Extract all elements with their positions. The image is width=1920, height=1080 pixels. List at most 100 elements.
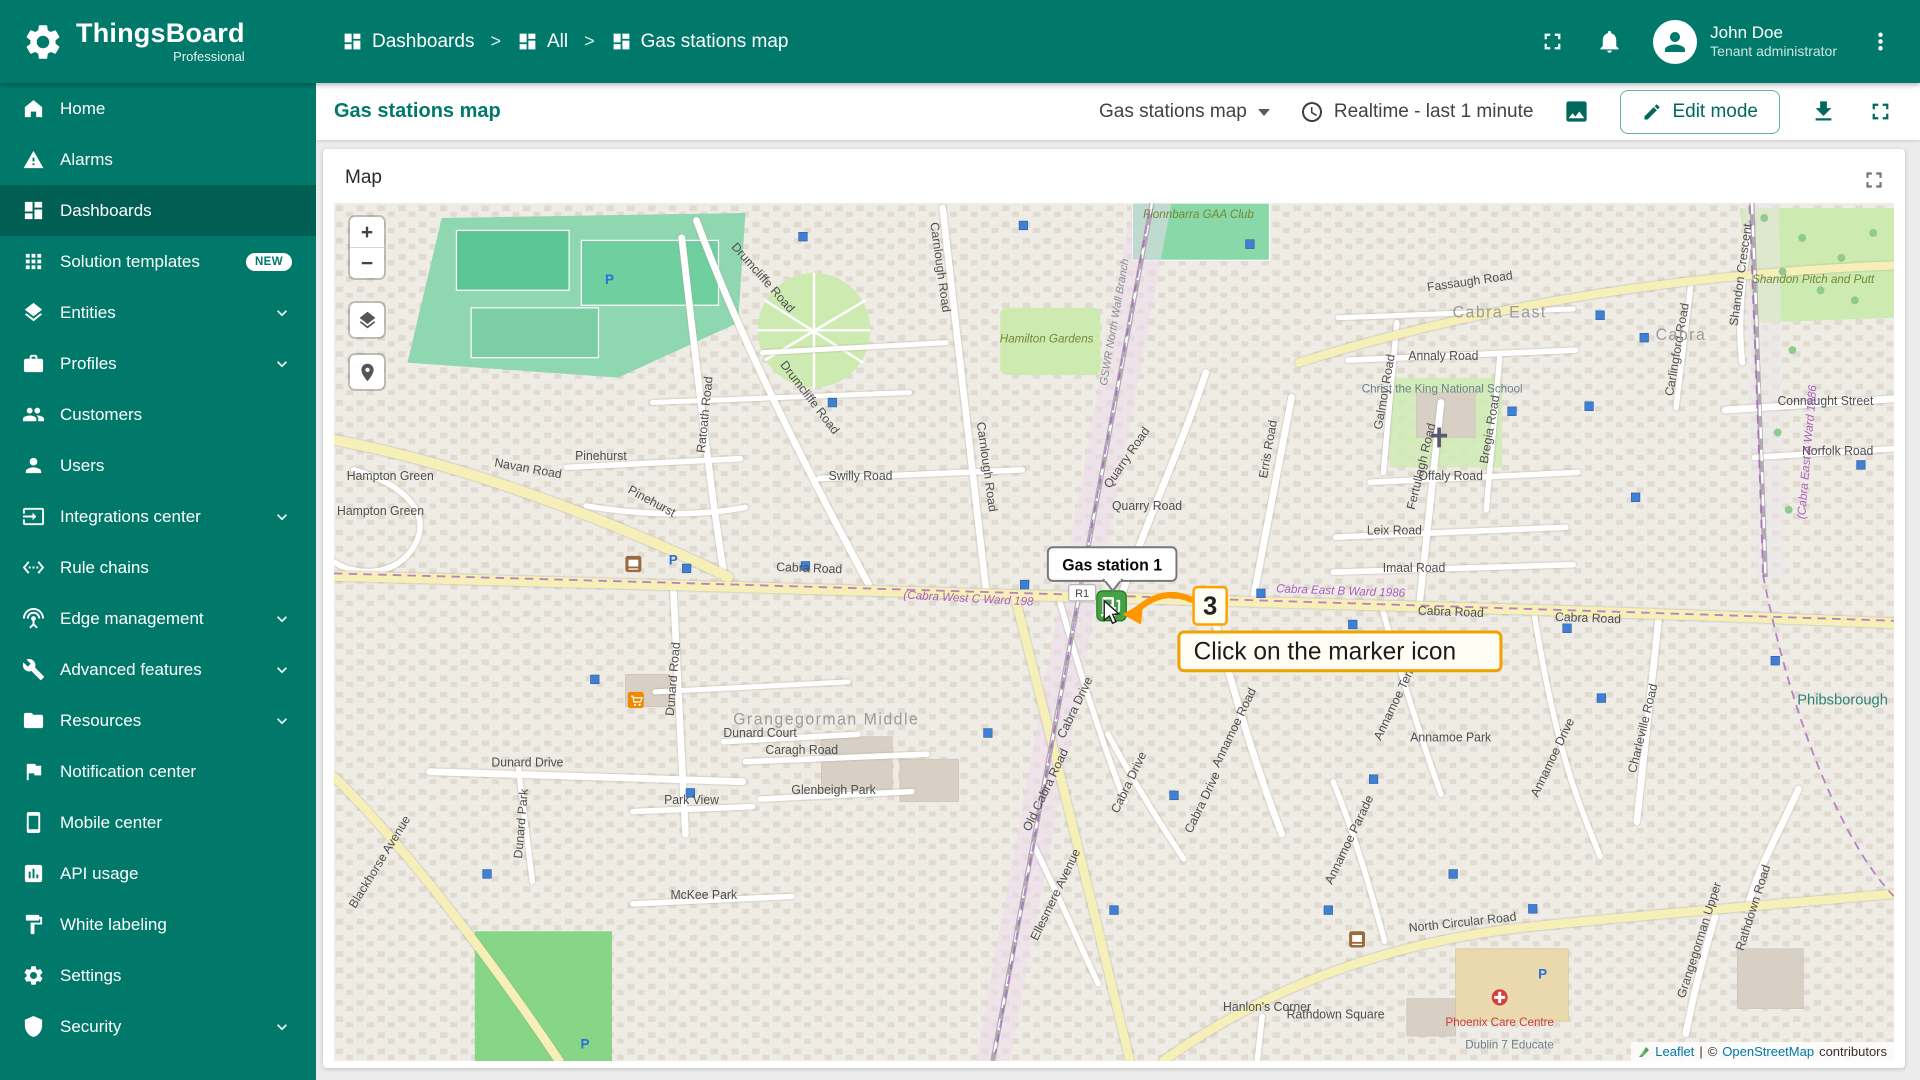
sidebar-item-edge-management[interactable]: Edge management xyxy=(0,593,316,644)
tree-icon xyxy=(1798,233,1807,242)
dashboard-state-select[interactable]: Gas stations map xyxy=(1099,101,1270,123)
settings-icon xyxy=(22,964,45,987)
notifications-bell-icon[interactable] xyxy=(1596,28,1623,55)
sidebar-item-label: Resources xyxy=(60,710,142,730)
chevron-down-icon xyxy=(272,1017,292,1037)
chevron-down-icon xyxy=(272,303,292,323)
sidebar-item-white-labeling[interactable]: White labeling xyxy=(0,899,316,950)
tree-icon xyxy=(1869,228,1878,237)
map-blue-marker xyxy=(590,674,600,685)
thingsboard-logo-icon xyxy=(22,21,64,63)
map-pin-icon xyxy=(360,363,374,381)
layers-control[interactable] xyxy=(350,303,384,337)
breadcrumb-item-dashboards[interactable]: Dashboards xyxy=(342,31,474,53)
sidebar-item-security[interactable]: Security xyxy=(0,1001,316,1052)
sidebar-item-profiles[interactable]: Profiles xyxy=(0,338,316,389)
sidebar-item-integrations-center[interactable]: Integrations center xyxy=(0,491,316,542)
breadcrumb-label: All xyxy=(546,30,569,52)
zoom-out-button[interactable]: − xyxy=(350,248,384,278)
sidebar-item-notification-center[interactable]: Notification center xyxy=(0,746,316,797)
thingsboard-logo[interactable]: ThingsBoard Professional xyxy=(0,20,316,63)
map-label: Dunard Drive xyxy=(491,756,563,770)
zoom-in-button[interactable]: + xyxy=(350,217,384,247)
api-icon xyxy=(22,862,45,885)
road-ref-badge: R1 xyxy=(1068,583,1097,602)
timewindow-button[interactable]: Realtime - last 1 minute xyxy=(1300,100,1533,124)
map-blue-marker xyxy=(1507,406,1517,416)
map-blue-marker xyxy=(798,231,808,242)
map-label: Hampton Green xyxy=(337,504,424,518)
sidebar-item-mobile-center[interactable]: Mobile center xyxy=(0,797,316,848)
chevron-down-icon xyxy=(272,609,292,629)
dashboards-icon xyxy=(22,199,45,222)
map-label: Swilly Road xyxy=(829,469,893,483)
map-label: Rathdown Square xyxy=(1287,1007,1385,1021)
fullscreen-icon[interactable] xyxy=(1539,28,1566,55)
map-canvas[interactable]: Drumcliffe RoadDrumcliffe RoadCarnlough … xyxy=(334,203,1894,1061)
chevron-down-icon xyxy=(272,711,292,731)
sidebar-item-label: Security xyxy=(60,1016,122,1036)
sidebar-item-label: Profiles xyxy=(60,353,117,373)
parking-icon: P xyxy=(605,272,614,287)
map-label: Cabra East xyxy=(1453,304,1547,322)
map-label: Connaught Street xyxy=(1777,394,1873,408)
sidebar-item-settings[interactable]: Settings xyxy=(0,950,316,1001)
top-header: ThingsBoard Professional Dashboards > All >… xyxy=(0,0,1920,83)
fullscreen-icon xyxy=(1866,172,1882,188)
edit-mode-button[interactable]: Edit mode xyxy=(1620,89,1780,134)
map-label: Cabra Road xyxy=(1418,604,1485,620)
tutorial-step-number: 3 xyxy=(1203,592,1217,620)
sidebar-item-label: Users xyxy=(60,455,105,475)
fullscreen-icon xyxy=(1872,103,1889,120)
map-blue-marker xyxy=(1448,869,1458,879)
map-label: Dublin 7 Educate xyxy=(1465,1038,1554,1051)
sidebar-item-home[interactable]: Home xyxy=(0,83,316,134)
sidebar-item-customers[interactable]: Customers xyxy=(0,389,316,440)
more-menu-icon[interactable] xyxy=(1867,28,1894,55)
map-label: Annamoe Park xyxy=(1410,731,1492,745)
map-label: Imaal Road xyxy=(1383,561,1446,575)
map-blue-marker xyxy=(1562,623,1572,633)
sidebar-item-alarms[interactable]: Alarms xyxy=(0,134,316,185)
breadcrumb-item-all[interactable]: All xyxy=(517,31,568,53)
breadcrumb-label: Gas stations map xyxy=(640,30,789,52)
map-label: Pinehurst xyxy=(575,449,627,463)
map-label: Annaly Road xyxy=(1408,349,1478,363)
sidebar-item-rule-chains[interactable]: Rule chains xyxy=(0,542,316,593)
map-attribution: Leaflet | © OpenStreetMap contributors xyxy=(1631,1042,1894,1061)
osm-link[interactable]: OpenStreetMap xyxy=(1722,1044,1814,1059)
sidebar-item-label: Entities xyxy=(60,302,116,322)
map-label: Hampton Green xyxy=(347,469,434,483)
breadcrumb: Dashboards > All > Gas stations map xyxy=(316,31,1539,53)
map-label: Park View xyxy=(664,793,719,807)
map-blue-marker xyxy=(1639,333,1649,343)
widget-fullscreen-button[interactable] xyxy=(1861,167,1887,193)
dashboard-image-button[interactable] xyxy=(1563,98,1590,125)
leaflet-link[interactable]: Leaflet xyxy=(1655,1044,1694,1059)
map-label: Leix Road xyxy=(1367,524,1422,538)
sidebar-item-resources[interactable]: Resources xyxy=(0,695,316,746)
sidebar-item-advanced-features[interactable]: Advanced features xyxy=(0,644,316,695)
sidebar-item-label: Solution templates xyxy=(60,251,200,271)
download-icon xyxy=(1815,101,1832,121)
parking-icon: P xyxy=(669,553,678,568)
sidebar-item-label: Edge management xyxy=(60,608,204,628)
profiles-icon xyxy=(22,352,45,375)
map-label: Fionnbarra GAA Club xyxy=(1143,208,1254,221)
sidebar-item-api-usage[interactable]: API usage xyxy=(0,848,316,899)
leaflet-logo-icon xyxy=(1639,1046,1650,1057)
locate-control[interactable] xyxy=(350,355,384,389)
download-button[interactable] xyxy=(1810,98,1837,125)
map-blue-marker xyxy=(1369,774,1379,784)
sidebar-item-users[interactable]: Users xyxy=(0,440,316,491)
breadcrumb-item-gas-stations-map[interactable]: Gas stations map xyxy=(611,30,789,53)
sidebar-item-entities[interactable]: Entities xyxy=(0,287,316,338)
alarm-icon xyxy=(22,148,45,171)
map-blue-marker xyxy=(482,869,492,879)
tree-icon xyxy=(1850,296,1859,305)
sidebar-item-solution-templates[interactable]: Solution templates NEW xyxy=(0,236,316,287)
dashboard-fullscreen-button[interactable] xyxy=(1867,98,1894,125)
user-menu[interactable]: John Doe Tenant administrator xyxy=(1653,19,1837,64)
tree-icon xyxy=(1773,428,1782,437)
sidebar-item-dashboards[interactable]: Dashboards xyxy=(0,185,316,236)
